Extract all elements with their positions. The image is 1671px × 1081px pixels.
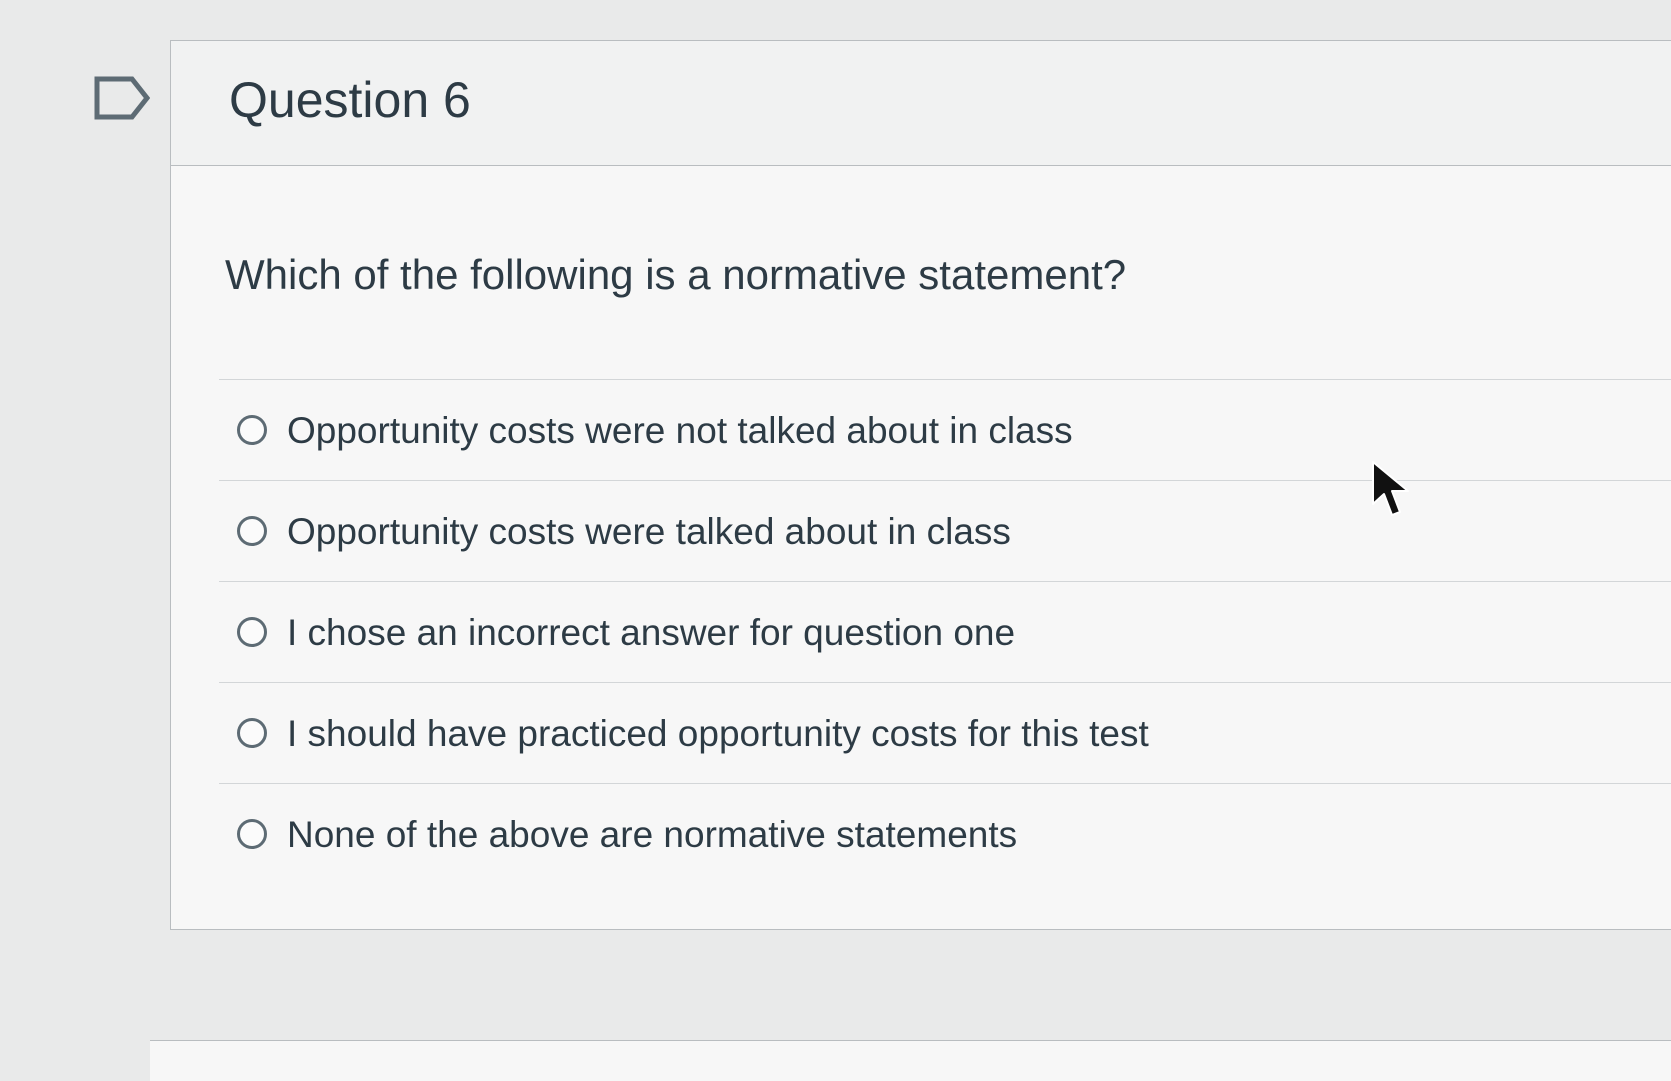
question-title: Question 6 [229, 72, 471, 128]
answer-option[interactable]: I should have practiced opportunity cost… [219, 682, 1671, 783]
question-text: Which of the following is a normative st… [225, 251, 1127, 298]
answer-label: None of the above are normative statemen… [287, 813, 1018, 855]
radio-button[interactable] [237, 516, 267, 546]
answer-label: Opportunity costs were talked about in c… [287, 510, 1011, 552]
answer-option[interactable]: Opportunity costs were talked about in c… [219, 480, 1671, 581]
radio-button[interactable] [237, 819, 267, 849]
radio-button[interactable] [237, 718, 267, 748]
answer-option[interactable]: None of the above are normative statemen… [219, 783, 1671, 884]
answer-label: Opportunity costs were not talked about … [287, 409, 1073, 451]
question-card: Question 6 Which of the following is a n… [170, 40, 1671, 930]
mouse-pointer-icon [1372, 461, 1409, 516]
answer-option[interactable]: Opportunity costs were not talked about … [219, 379, 1671, 480]
next-question-card-edge [150, 1040, 1671, 1081]
answer-option[interactable]: I chose an incorrect answer for question… [219, 581, 1671, 682]
question-header: Question 6 [171, 41, 1671, 166]
answer-label: I chose an incorrect answer for question… [287, 611, 1016, 653]
answer-label: I should have practiced opportunity cost… [287, 712, 1149, 754]
radio-button[interactable] [237, 415, 267, 445]
radio-button[interactable] [237, 617, 267, 647]
answer-list: Opportunity costs were not talked about … [219, 379, 1671, 884]
flag-question-icon[interactable] [94, 76, 150, 120]
